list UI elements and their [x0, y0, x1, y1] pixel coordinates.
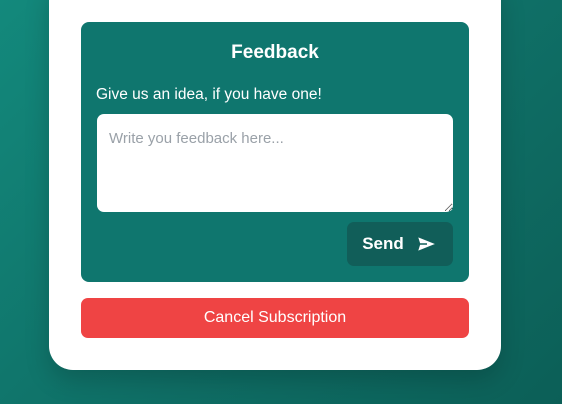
- send-arrow-icon: [415, 235, 438, 253]
- feedback-panel: Feedback Give us an idea, if you have on…: [81, 22, 469, 282]
- feedback-title: Feedback: [231, 42, 319, 63]
- cancel-subscription-button[interactable]: Cancel Subscription: [81, 298, 469, 338]
- send-button[interactable]: Send: [347, 222, 453, 266]
- send-button-label: Send: [362, 234, 404, 253]
- feedback-textarea[interactable]: [97, 114, 453, 212]
- feedback-prompt: Give us an idea, if you have one!: [96, 86, 322, 103]
